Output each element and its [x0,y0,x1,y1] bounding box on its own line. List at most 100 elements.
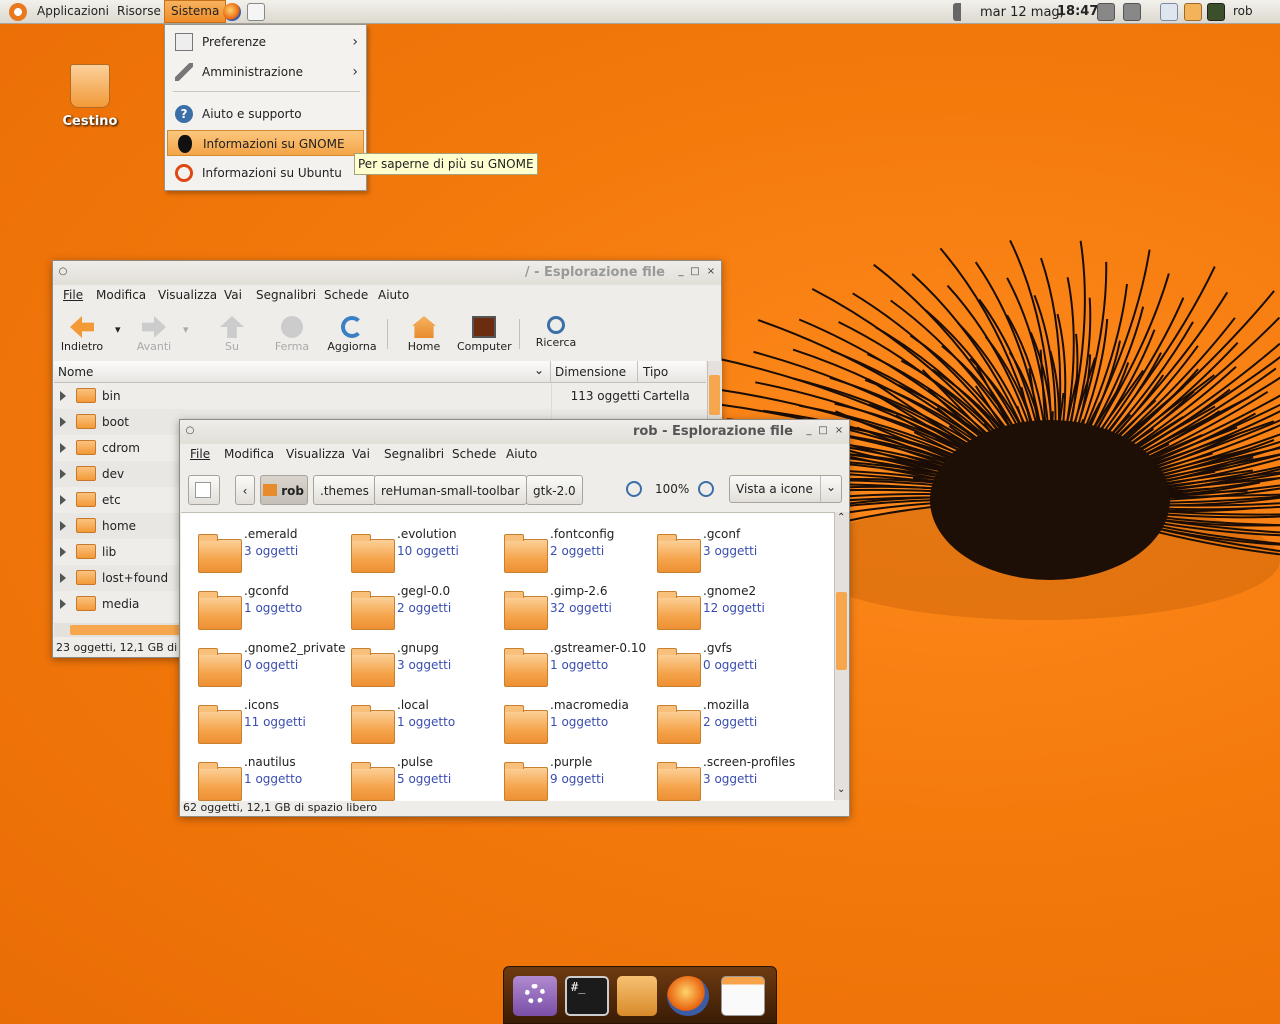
zoom-out-icon[interactable] [626,481,642,497]
back-history-dropdown[interactable]: ▾ [115,323,121,336]
folder-item[interactable]: .gimp-2.6 32 oggetti [502,584,652,638]
ubuntu-logo-icon[interactable] [9,3,27,21]
path-button-rehuman[interactable]: reHuman-small-toolbar [374,475,527,505]
folder-item[interactable]: .local 1 oggetto [349,698,499,752]
minimize-button[interactable]: _ [803,425,815,437]
column-name[interactable]: Nome [58,365,93,379]
maximize-button[interactable]: □ [817,425,829,437]
expander-icon[interactable] [60,443,66,453]
menu-risorse[interactable]: Risorse [111,0,167,23]
expander-icon[interactable] [60,495,66,505]
up-button[interactable]: Su [205,316,259,353]
firefox-icon[interactable] [667,976,709,1016]
home-button[interactable]: Home [397,316,451,353]
display-icon[interactable] [1207,3,1225,21]
path-scroll-left-button[interactable]: ‹ [235,475,255,505]
menu-visualizza[interactable]: Visualizza [158,288,217,302]
settings-gear-icon[interactable] [513,976,557,1016]
terminal-icon[interactable]: #_ [565,976,609,1016]
scrollbar-thumb[interactable] [709,375,720,415]
edit-location-button[interactable] [188,475,220,505]
computer-button[interactable]: Computer [457,316,512,353]
menu-segnalibri[interactable]: Segnalibri [256,288,316,302]
expander-icon[interactable] [60,599,66,609]
folder-item[interactable]: .screen-profiles 3 oggetti [655,755,805,809]
folder-item[interactable]: .icons 11 oggetti [196,698,346,752]
close-button[interactable]: × [705,266,717,278]
folder-item[interactable]: .purple 9 oggetti [502,755,652,809]
clock-date[interactable]: mar 12 mag, [980,5,1064,20]
desktop-trash[interactable]: Cestino [60,64,120,129]
folder-item[interactable]: .evolution 10 oggetti [349,527,499,581]
menu-item-aiuto[interactable]: ? Aiuto e supporto [167,101,364,127]
menu-modifica[interactable]: Modifica [96,288,146,302]
menu-aiuto[interactable]: Aiuto [378,288,409,302]
path-button-rob[interactable]: rob [260,475,308,505]
maximize-button[interactable]: □ [689,266,701,278]
firefox-launcher-icon[interactable] [223,3,241,21]
expander-icon[interactable] [60,469,66,479]
path-button-gtk[interactable]: gtk-2.0 [526,475,583,505]
menu-schede[interactable]: Schede [452,447,496,461]
scroll-up-icon[interactable]: ⌃ [837,512,845,523]
stop-button[interactable]: Ferma [265,316,319,353]
folder-item[interactable]: .gegl-0.0 2 oggetti [349,584,499,638]
expander-icon[interactable] [60,417,66,427]
zoom-in-icon[interactable] [698,481,714,497]
mail-launcher-icon[interactable] [247,3,265,21]
clock-time[interactable]: 18:47 [1057,4,1098,19]
menu-vai[interactable]: Vai [352,447,370,461]
expander-icon[interactable] [60,391,66,401]
window-icon[interactable] [721,976,765,1016]
vertical-scrollbar[interactable]: ⌃ ⌄ [834,512,849,800]
file-cabinet-icon[interactable] [617,976,657,1016]
path-button-themes[interactable]: .themes [313,475,376,505]
forward-button[interactable]: Avanti [127,316,181,353]
menu-file[interactable]: File [63,288,83,302]
menu-item-info-ubuntu[interactable]: Informazioni su Ubuntu [167,160,364,186]
menu-applicazioni[interactable]: Applicazioni [31,0,115,23]
expander-icon[interactable] [60,547,66,557]
network-monitor-icon[interactable] [1123,3,1141,21]
folder-item[interactable]: .gstreamer-0.10 1 oggetto [502,641,652,695]
minimize-button[interactable]: _ [675,266,687,278]
menu-aiuto[interactable]: Aiuto [506,447,537,461]
folder-item[interactable]: .emerald 3 oggetti [196,527,346,581]
menu-sistema[interactable]: Sistema [164,0,227,23]
folder-item[interactable]: .fontconfig 2 oggetti [502,527,652,581]
chevron-down-icon[interactable]: ⌄ [534,363,544,377]
menu-segnalibri[interactable]: Segnalibri [384,447,444,461]
forward-history-dropdown[interactable]: ▾ [183,323,189,336]
folder-item[interactable]: .gvfs 0 oggetti [655,641,805,695]
window-menu-icon[interactable]: ○ [57,266,69,278]
titlebar[interactable]: ○ rob - Esplorazione file _ □ × [180,420,849,444]
folder-item[interactable]: .gconf 3 oggetti [655,527,805,581]
scroll-down-icon[interactable]: ⌄ [837,784,845,795]
zoom-level[interactable]: 100% [655,482,689,496]
menu-file[interactable]: File [190,447,210,461]
search-button[interactable]: Ricerca [529,316,583,349]
folder-item[interactable]: .macromedia 1 oggetto [502,698,652,752]
list-item[interactable]: bin 113 oggetti Cartella [54,383,720,409]
column-size[interactable]: Dimensione [555,365,626,379]
folder-item[interactable]: .mozilla 2 oggetti [655,698,805,752]
folder-item[interactable]: .gconfd 1 oggetto [196,584,346,638]
network-icon[interactable] [1184,3,1202,21]
notification-icon[interactable] [1160,3,1178,21]
menu-item-preferenze[interactable]: Preferenze › [167,29,364,55]
view-mode-select[interactable]: Vista a icone ⌄ [729,475,842,503]
volume-icon[interactable] [953,3,973,21]
close-button[interactable]: × [833,425,845,437]
menu-vai[interactable]: Vai [224,288,242,302]
folder-item[interactable]: .gnome2 12 oggetti [655,584,805,638]
menu-item-info-gnome[interactable]: Informazioni su GNOME [167,130,364,156]
menu-schede[interactable]: Schede [324,288,368,302]
folder-item[interactable]: .gnupg 3 oggetti [349,641,499,695]
reload-button[interactable]: Aggiorna [325,316,379,353]
menu-visualizza[interactable]: Visualizza [286,447,345,461]
folder-item[interactable]: .gnome2_private 0 oggetti [196,641,346,695]
titlebar[interactable]: ○ / - Esplorazione file _ □ × [53,261,721,285]
menu-modifica[interactable]: Modifica [224,447,274,461]
window-menu-icon[interactable]: ○ [184,425,196,437]
expander-icon[interactable] [60,521,66,531]
